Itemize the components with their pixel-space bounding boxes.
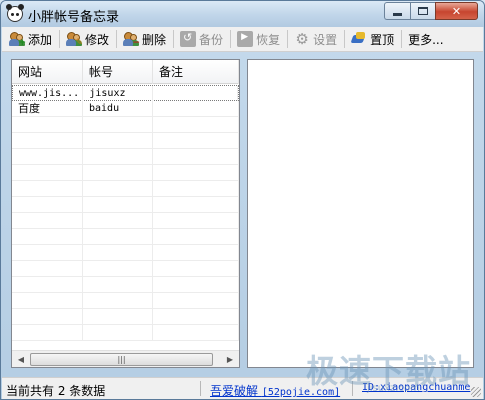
empty-row (12, 245, 239, 261)
window-controls: ✕ (384, 2, 478, 20)
empty-row (12, 117, 239, 133)
empty-row (12, 277, 239, 293)
scroll-right-icon[interactable]: ▶ (223, 353, 237, 366)
toolbar-separator (173, 30, 175, 48)
cell-site: 百度 (12, 101, 83, 116)
add-button[interactable]: + 添加 (6, 28, 55, 50)
empty-row (12, 229, 239, 245)
more-button-label: 更多... (408, 32, 444, 47)
settings-button-label: 设置 (313, 32, 338, 47)
watermark-url: jisuxz.com (367, 383, 420, 394)
scroll-left-icon[interactable]: ◀ (14, 353, 28, 366)
resize-grip-icon[interactable] (471, 387, 481, 397)
minimize-icon (393, 12, 402, 16)
list-header: 网站 帐号 备注 (12, 60, 239, 84)
cell-account: baidu (83, 101, 153, 116)
empty-row (12, 309, 239, 325)
status-divider (200, 381, 201, 396)
pin-button-label: 置顶 (370, 32, 395, 47)
toolbar-separator (116, 30, 118, 48)
empty-row (12, 293, 239, 309)
cell-site: www.jis... (13, 86, 84, 101)
close-icon: ✕ (451, 4, 462, 18)
empty-row (12, 325, 239, 341)
record-count: 当前共有 2 条数据 (6, 384, 106, 398)
pin-button[interactable]: 置顶 (348, 28, 397, 50)
list-rows: www.jis... jisuxz 百度 baidu (12, 85, 239, 341)
settings-button[interactable]: ⚙ 设置 (291, 28, 340, 50)
toolbar-separator (230, 30, 232, 48)
cell-account: jisuxz (83, 86, 153, 101)
column-header-site[interactable]: 网站 (12, 60, 83, 84)
more-button[interactable]: 更多... (405, 28, 446, 50)
maximize-button[interactable] (410, 2, 435, 20)
title-bar[interactable]: 小胖帐号备忘录 ✕ (1, 1, 484, 27)
add-user-icon: + (9, 31, 26, 48)
gear-icon: ⚙ (295, 30, 309, 48)
close-button[interactable]: ✕ (435, 2, 478, 20)
delete-user-icon: − (123, 31, 140, 48)
restore-button-label: 恢复 (256, 32, 281, 47)
empty-row (12, 197, 239, 213)
scrollbar-thumb[interactable]: ||| (30, 353, 213, 366)
window-title: 小胖帐号备忘录 (28, 10, 120, 25)
empty-row (12, 149, 239, 165)
empty-row (12, 181, 239, 197)
panda-app-icon (6, 4, 24, 22)
column-header-account[interactable]: 帐号 (83, 60, 153, 84)
restore-button[interactable]: 恢复 (234, 28, 283, 50)
cell-note (153, 101, 239, 116)
cell-note (153, 86, 238, 101)
empty-row (12, 261, 239, 277)
edit-button[interactable]: ✎ 修改 (63, 28, 112, 50)
empty-row (12, 133, 239, 149)
delete-button[interactable]: − 删除 (120, 28, 169, 50)
edit-user-icon: ✎ (66, 31, 83, 48)
backup-button[interactable]: 备份 (177, 28, 226, 50)
minimize-button[interactable] (384, 2, 410, 20)
edit-button-label: 修改 (85, 32, 110, 47)
table-row[interactable]: www.jis... jisuxz (12, 85, 239, 101)
toolbar-separator (401, 30, 403, 48)
empty-row (12, 165, 239, 181)
toolbar-separator (287, 30, 289, 48)
delete-button-label: 删除 (142, 32, 167, 47)
backup-button-label: 备份 (199, 32, 224, 47)
maximize-icon (418, 7, 428, 15)
account-list[interactable]: 网站 帐号 备注 www.jis... jisuxz 百度 baidu ◀ ||… (11, 59, 240, 368)
column-header-note[interactable]: 备注 (153, 60, 239, 84)
detail-panel[interactable] (247, 59, 474, 368)
toolbar: + 添加 ✎ 修改 − 删除 备份 恢复 ⚙ 设置 置顶 (2, 27, 483, 52)
horizontal-scrollbar[interactable]: ◀ ||| ▶ (12, 350, 239, 367)
toolbar-separator (59, 30, 61, 48)
app-window: 小胖帐号备忘录 ✕ + 添加 ✎ 修改 − 删除 备份 恢复 (0, 0, 485, 400)
restore-icon (237, 31, 254, 47)
scroll-grip: ||| (117, 355, 126, 364)
pojie-link-cn: 吾爱破解 (210, 384, 259, 398)
backup-icon (180, 31, 197, 47)
table-row[interactable]: 百度 baidu (12, 101, 239, 117)
toolbar-separator (344, 30, 346, 48)
pin-top-icon (351, 31, 367, 47)
add-button-label: 添加 (28, 32, 53, 47)
empty-row (12, 213, 239, 229)
